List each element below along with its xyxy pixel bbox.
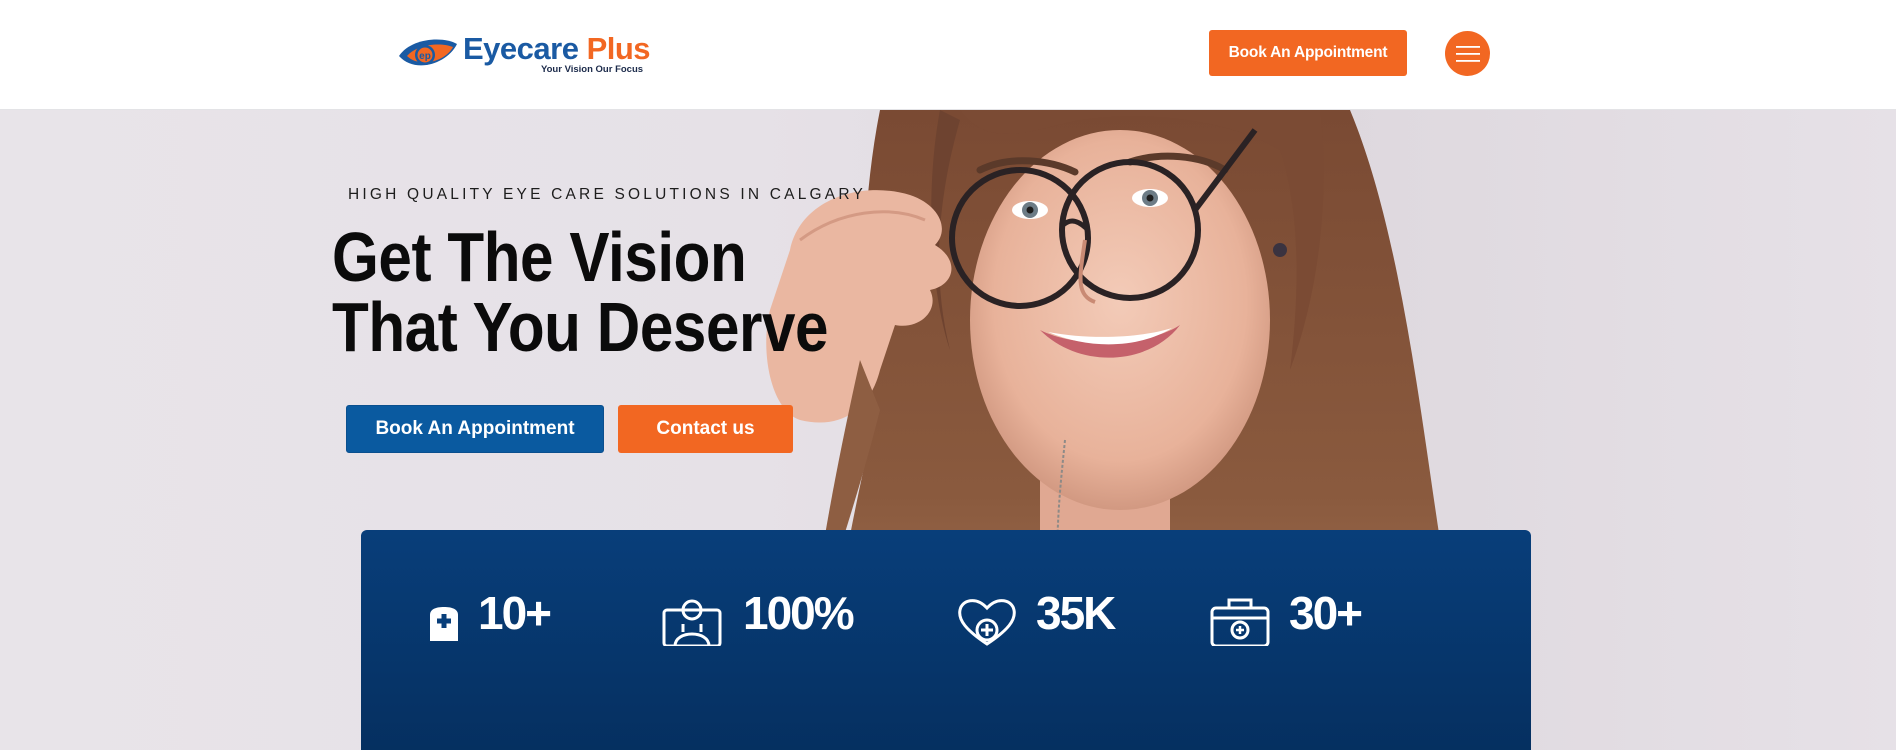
logo-tagline: Your Vision Our Focus [541, 64, 644, 75]
hamburger-menu-icon [1455, 45, 1480, 62]
stat-value: 10+ [478, 587, 552, 639]
eye-logo-icon: ep [399, 39, 457, 66]
stat-value: 35K [1036, 587, 1116, 639]
stats-panel: 10+ 100% 35K 30+ [361, 530, 1531, 750]
logo-name-part2: Plus [586, 31, 651, 66]
hero-eyebrow-text: HIGH QUALITY EYE CARE SOLUTIONS IN CALGA… [348, 186, 866, 203]
stat-value: 100% [743, 587, 855, 639]
site-logo[interactable]: ep Eyecare Plus Your Vision Our Focus [397, 30, 657, 80]
menu-button[interactable] [1445, 31, 1490, 76]
hero-headline: Get The Vision That You Deserve [332, 222, 909, 362]
medical-kit-icon [1210, 598, 1270, 646]
medical-clipboard-icon [430, 607, 458, 641]
site-header: ep Eyecare Plus Your Vision Our Focus Bo… [0, 0, 1896, 110]
hero-contact-us-button[interactable]: Contact us [618, 405, 793, 453]
logo-name-part1: Eyecare [463, 31, 579, 66]
heart-care-icon [958, 599, 1016, 646]
hero-headline-line1: Get The Vision [332, 218, 747, 296]
svg-text:ep: ep [419, 51, 431, 62]
doctor-icon [662, 599, 722, 646]
stat-value: 30+ [1289, 587, 1363, 639]
hero-book-appointment-button[interactable]: Book An Appointment [346, 405, 604, 453]
header-book-appointment-button[interactable]: Book An Appointment [1209, 30, 1407, 76]
hero-headline-line2: That You Deserve [332, 288, 829, 366]
